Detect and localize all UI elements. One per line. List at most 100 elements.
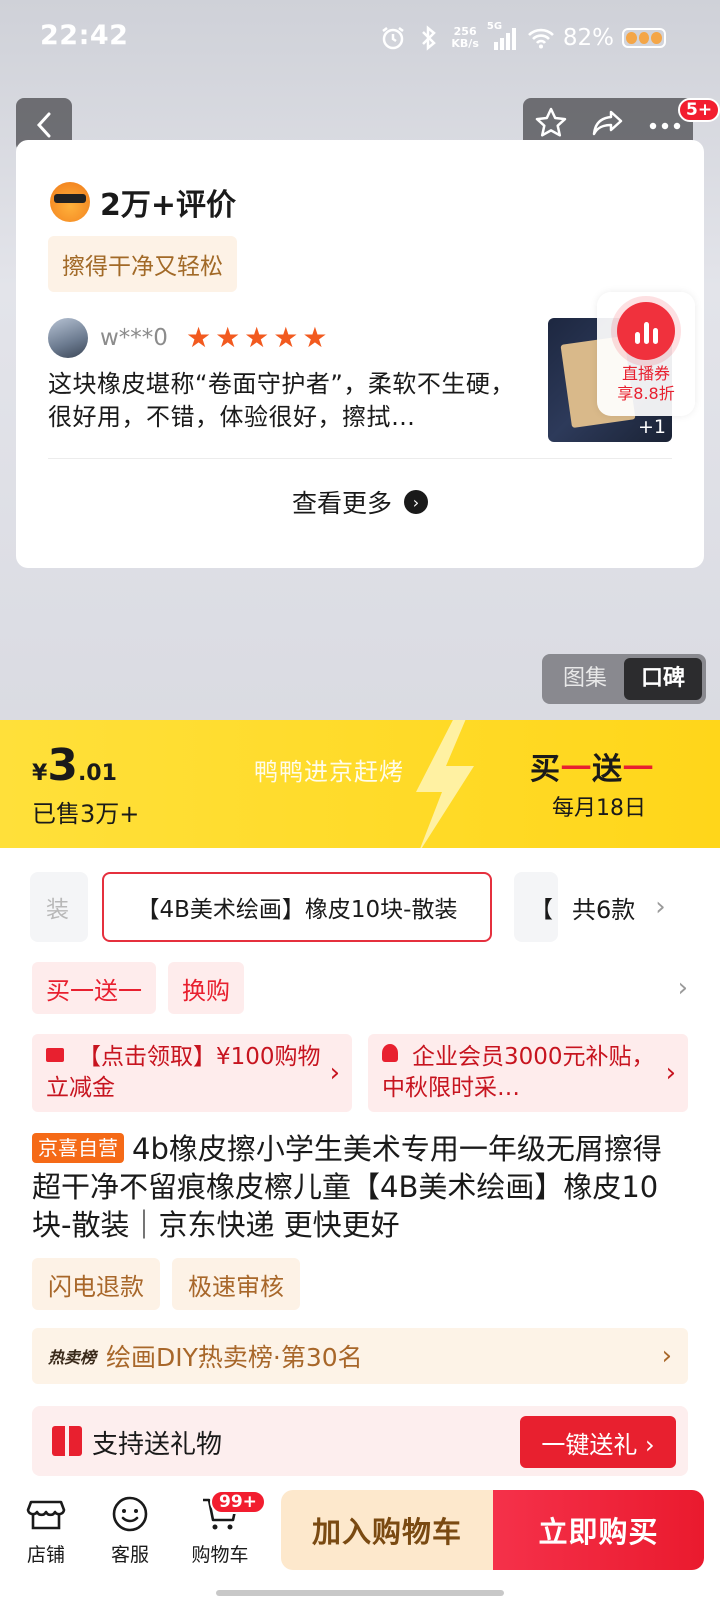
promo-tag-exchange[interactable]: 换购: [168, 962, 244, 1014]
review-text[interactable]: 这块橡皮堪称“卷面守护者”，柔软不生硬，很好用，不错，体验很好，擦拭…: [48, 368, 524, 434]
promo-buy: 买: [530, 752, 561, 787]
review-header: 2万+评价: [50, 180, 236, 224]
variant-chip-selected[interactable]: 【4B美术绘画】橡皮10块-散装: [102, 872, 492, 942]
price: ¥ 3 .01: [32, 740, 117, 791]
message-badge: 5+: [678, 98, 720, 122]
add-to-cart-button[interactable]: 加入购物车: [281, 1490, 493, 1570]
live-coupon-line1: 直播券: [621, 364, 670, 383]
more-images-count: +1: [637, 416, 666, 438]
avatar: [48, 318, 88, 358]
coupon-enterprise-subsidy[interactable]: 企业会员3000元补贴，中秋限时采… ›: [368, 1034, 688, 1112]
send-gift-button[interactable]: 一键送礼 ›: [520, 1416, 676, 1468]
star-icon: ★: [273, 321, 299, 354]
view-more-reviews[interactable]: 查看更多 ›: [16, 484, 704, 520]
share-icon: [592, 110, 623, 136]
service-tag-fast-review[interactable]: 极速审核: [172, 1258, 300, 1310]
variant-chip-next[interactable]: 【: [514, 872, 558, 942]
buy-now-button[interactable]: 立即购买: [493, 1490, 704, 1570]
network-speed: 256 KB/s: [451, 26, 478, 50]
lightning-icon: [416, 720, 474, 848]
gift-icon: [52, 1426, 82, 1456]
chevron-left-icon: [36, 112, 51, 138]
variant-count-label: 共6款: [572, 895, 636, 924]
star-icon: ★: [215, 321, 241, 354]
smiley-chat-icon: [110, 1494, 150, 1534]
signal-icon: 5G: [487, 21, 519, 51]
chevron-right-icon: ›: [665, 1058, 676, 1088]
variant-selector: 装 【4B美术绘画】橡皮10块-散装 【 共6款 ›: [30, 872, 720, 942]
wifi-icon: [527, 25, 555, 51]
share-button[interactable]: [591, 106, 625, 144]
card-icon: [46, 1048, 64, 1062]
self-operated-badge: 京喜自营: [32, 1133, 124, 1163]
battery-percent: 82%: [562, 25, 614, 51]
battery-icon: [622, 28, 666, 48]
star-outline-icon: [536, 107, 567, 137]
gift-support-text: 支持送礼物: [92, 1430, 223, 1460]
star-icon: ★: [185, 321, 212, 354]
cool-emoji-icon: [50, 182, 90, 222]
review-count: 2万+评价: [100, 188, 237, 223]
tab-gallery[interactable]: 图集: [546, 658, 624, 700]
star-icon: ★: [302, 321, 328, 354]
promo-date: 每月18日: [552, 796, 646, 821]
chevron-right-icon: ›: [677, 973, 688, 1003]
customer-service-button[interactable]: 客服: [90, 1490, 170, 1580]
shop-button[interactable]: 店铺: [6, 1490, 86, 1580]
product-gallery: 22:42 256 KB/s 5G 82% 5+ 2万+评价 擦得干净又轻松 w…: [0, 0, 720, 720]
shop-label: 店铺: [26, 1544, 65, 1566]
buy-one-get-one-promo: 买一送一: [530, 744, 654, 788]
rating-stars: ★ ★ ★ ★ ★: [186, 324, 328, 352]
more-dots-icon: [649, 122, 680, 129]
chevron-right-icon: ›: [661, 1341, 672, 1371]
alarm-icon: [379, 25, 407, 51]
currency-symbol: ¥: [32, 761, 48, 786]
favorite-button[interactable]: [534, 106, 568, 144]
variant-chip-prev[interactable]: 装: [30, 872, 88, 942]
cart-count-badge: 99+: [210, 1490, 266, 1514]
star-icon: ★: [244, 321, 270, 354]
coupon-row: 【点击领取】¥100购物立减金 › 企业会员3000元补贴，中秋限时采… ›: [32, 1034, 688, 1112]
tab-reputation[interactable]: 口碑: [624, 658, 702, 700]
coupon-shopping-credit[interactable]: 【点击领取】¥100购物立减金 ›: [32, 1034, 352, 1112]
promo-tag-bogo[interactable]: 买一送一: [32, 962, 156, 1014]
chevron-right-icon: ›: [329, 1058, 340, 1088]
divider: [48, 458, 672, 459]
home-indicator[interactable]: [216, 1590, 504, 1596]
live-coupon-float[interactable]: 直播券 享8.8折: [597, 292, 695, 416]
bluetooth-icon: [415, 25, 443, 51]
hot-sale-rank[interactable]: 热卖榜 绘画DIY热卖榜·第30名 ›: [32, 1328, 688, 1384]
campaign-slogan: 鸭鸭进京赶烤: [254, 758, 404, 786]
bottom-action-bar: 店铺 客服 购物车 99+ 加入购物车 立即购买: [0, 1480, 720, 1600]
live-coupon-text: 直播券 享8.8折: [597, 364, 695, 404]
sold-count: 已售3万+: [32, 800, 140, 828]
service-tag-fast-refund[interactable]: 闪电退款: [32, 1258, 160, 1310]
price-decimal: .01: [77, 761, 117, 786]
live-bars-icon: [617, 302, 675, 360]
live-coupon-line2: 享8.8折: [617, 384, 675, 403]
cart-label: 购物车: [191, 1544, 249, 1566]
clock: 22:42: [40, 20, 129, 51]
product-title: 4b橡皮擦小学生美术专用一年级无屑擦得超干净不留痕橡皮檫儿童【4B美术绘画】橡皮…: [32, 1132, 662, 1242]
promo-one-a: 一: [561, 752, 592, 787]
coupon-text: 【点击领取】¥100购物立减金: [46, 1044, 321, 1101]
service-tags: 闪电退款 极速审核: [32, 1258, 300, 1310]
status-icons: 256 KB/s 5G 82%: [379, 20, 666, 56]
chevron-right-icon: ›: [655, 892, 666, 922]
service-label: 客服: [110, 1544, 149, 1566]
person-icon: [382, 1044, 398, 1062]
signal-label: 5G: [486, 21, 503, 32]
reviewer: w***0 ★ ★ ★ ★ ★: [48, 318, 328, 358]
chevron-right-circle-icon: ›: [404, 490, 428, 514]
review-keyword-tag[interactable]: 擦得干净又轻松: [48, 236, 237, 292]
view-more-label: 查看更多: [291, 489, 392, 518]
promo-get: 送: [592, 752, 623, 787]
network-speed-unit: KB/s: [451, 37, 479, 50]
more-button[interactable]: [648, 116, 682, 135]
hot-rank-label: 热卖榜: [48, 1348, 97, 1367]
status-bar: 22:42 256 KB/s 5G 82%: [0, 0, 720, 76]
store-icon: [26, 1494, 66, 1534]
variant-count[interactable]: 共6款 ›: [572, 872, 666, 942]
promotion-tags[interactable]: 买一送一 换购 ›: [32, 962, 688, 1014]
reviewer-name: w***0: [100, 325, 168, 351]
